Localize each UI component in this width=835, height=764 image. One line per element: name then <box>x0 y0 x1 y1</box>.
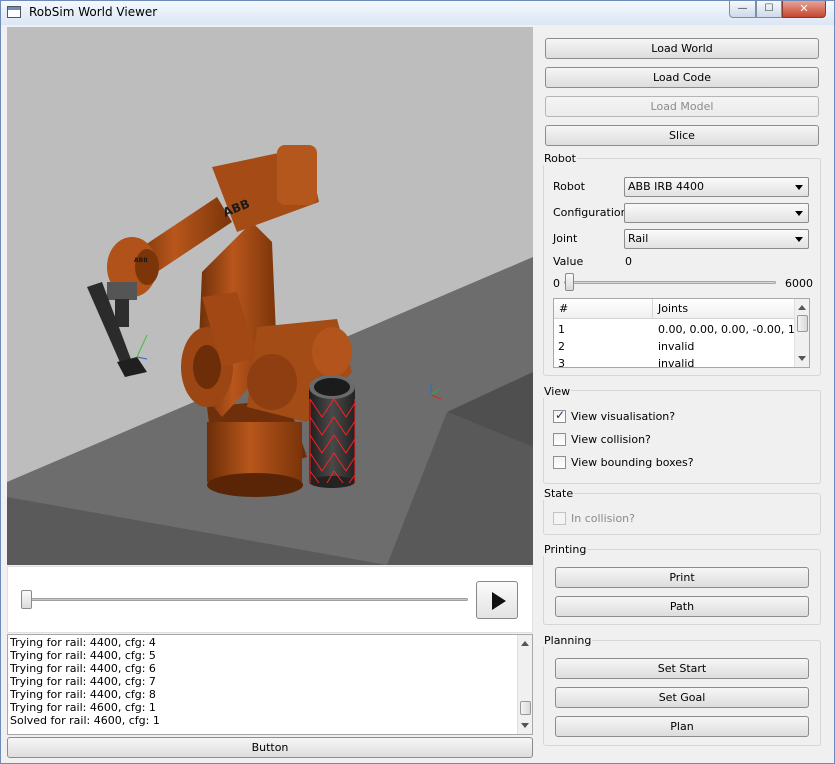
minimize-button[interactable]: — <box>729 1 756 18</box>
log-line: Solved for rail: 4600, cfg: 1 <box>10 714 160 727</box>
close-button[interactable]: ✕ <box>782 1 826 18</box>
log-output[interactable]: Trying for rail: 4400, cfg: 4 Trying for… <box>7 634 533 735</box>
view-bounding-boxes-label: View bounding boxes? <box>571 456 694 469</box>
in-collision-label: In collision? <box>571 512 635 525</box>
printed-cylinder <box>309 375 356 488</box>
joints-table[interactable]: # Joints 1 0.00, 0.00, 0.00, -0.00, 1...… <box>553 298 810 368</box>
row-joints: invalid <box>658 357 695 368</box>
set-start-button[interactable]: Set Start <box>555 658 809 679</box>
robot-label: Robot <box>553 180 585 193</box>
table-scrollbar[interactable] <box>794 299 809 367</box>
joint-value-slider-handle[interactable] <box>565 273 574 291</box>
printing-group-title: Printing <box>543 543 588 556</box>
scene-render: ABB ABB <box>7 27 533 565</box>
timeline-slider-handle[interactable] <box>21 590 32 609</box>
set-goal-button[interactable]: Set Goal <box>555 687 809 708</box>
row-number: 1 <box>558 323 565 336</box>
view-visualisation-label: View visualisation? <box>571 410 676 423</box>
bottom-button[interactable]: Button <box>7 737 533 758</box>
joint-label: Joint <box>553 232 578 245</box>
log-scrollbar[interactable] <box>517 635 532 734</box>
log-lines: Trying for rail: 4400, cfg: 4 Trying for… <box>10 636 515 727</box>
scroll-up-icon[interactable] <box>521 641 529 646</box>
configuration-select[interactable] <box>624 203 809 223</box>
checkbox-icon <box>553 512 566 525</box>
load-world-button[interactable]: Load World <box>545 38 819 59</box>
scroll-thumb[interactable] <box>520 701 531 715</box>
row-joints: invalid <box>658 340 695 353</box>
joint-select-value: Rail <box>628 232 649 245</box>
row-number: 2 <box>558 340 565 353</box>
timeline-panel <box>7 566 533 633</box>
window-title: RobSim World Viewer <box>29 5 158 19</box>
planning-group-title: Planning <box>543 634 593 647</box>
slider-max-label: 6000 <box>785 277 813 290</box>
table-row[interactable]: 1 0.00, 0.00, 0.00, -0.00, 1... <box>554 321 794 338</box>
log-line: Trying for rail: 4400, cfg: 7 <box>10 675 156 688</box>
robot-select[interactable]: ABB IRB 4400 <box>624 177 809 197</box>
world-3d-viewport[interactable]: ABB ABB <box>7 27 533 565</box>
robot-group-title: Robot <box>543 152 577 165</box>
play-icon <box>492 592 506 610</box>
robot-select-value: ABB IRB 4400 <box>628 180 705 193</box>
main-window: RobSim World Viewer — ☐ ✕ ABB ABB Trying… <box>0 0 835 764</box>
scroll-thumb[interactable] <box>797 315 808 332</box>
joint-select[interactable]: Rail <box>624 229 809 249</box>
configuration-label: Configuration <box>553 206 628 219</box>
slice-button[interactable]: Slice <box>545 125 819 146</box>
app-icon <box>7 6 21 18</box>
scroll-down-icon[interactable] <box>521 723 529 728</box>
play-button[interactable] <box>476 581 518 619</box>
column-header[interactable]: Joints <box>658 302 688 315</box>
joint-value-readout: 0 <box>625 255 632 268</box>
log-line: Trying for rail: 4400, cfg: 8 <box>10 688 156 701</box>
slider-min-label: 0 <box>553 277 560 290</box>
log-line: Trying for rail: 4400, cfg: 6 <box>10 662 156 675</box>
log-line: Trying for rail: 4600, cfg: 1 <box>10 701 156 714</box>
scroll-up-icon[interactable] <box>798 305 806 310</box>
control-panel: Load World Load Code Load Model Slice Ro… <box>534 27 832 760</box>
maximize-button[interactable]: ☐ <box>756 1 782 18</box>
checkbox-icon[interactable] <box>553 433 566 446</box>
chevron-down-icon <box>795 237 803 242</box>
chevron-down-icon <box>795 211 803 216</box>
svg-text:ABB: ABB <box>134 257 148 264</box>
checkbox-checked-icon[interactable] <box>553 408 566 423</box>
row-joints: 0.00, 0.00, 0.00, -0.00, 1... <box>658 323 794 336</box>
state-group-title: State <box>543 487 575 500</box>
title-bar[interactable]: RobSim World Viewer — ☐ ✕ <box>1 1 834 25</box>
view-collision-label: View collision? <box>571 433 651 446</box>
load-code-button[interactable]: Load Code <box>545 67 819 88</box>
print-button[interactable]: Print <box>555 567 809 588</box>
scroll-down-icon[interactable] <box>798 356 806 361</box>
log-line: Trying for rail: 4400, cfg: 4 <box>10 636 156 649</box>
view-group-title: View <box>543 385 572 398</box>
value-label: Value <box>553 255 584 268</box>
log-line: Trying for rail: 4400, cfg: 5 <box>10 649 156 662</box>
plan-button[interactable]: Plan <box>555 716 809 737</box>
timeline-slider-track[interactable] <box>22 598 468 601</box>
table-header: # Joints <box>554 299 794 319</box>
joint-value-slider[interactable] <box>564 281 776 284</box>
table-row[interactable]: 3 invalid <box>554 355 794 368</box>
table-row[interactable]: 2 invalid <box>554 338 794 355</box>
load-model-button[interactable]: Load Model <box>545 96 819 117</box>
chevron-down-icon <box>795 185 803 190</box>
row-number: 3 <box>558 357 565 368</box>
column-header[interactable]: # <box>559 302 568 315</box>
checkbox-icon[interactable] <box>553 456 566 469</box>
path-button[interactable]: Path <box>555 596 809 617</box>
